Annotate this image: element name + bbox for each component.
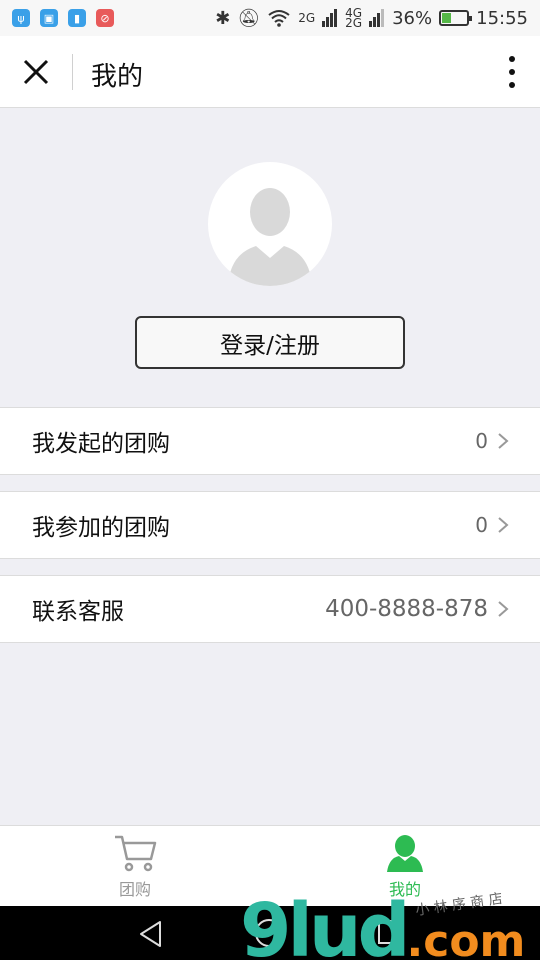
network-type-b2: 2G: [345, 16, 363, 30]
wifi-icon: [268, 10, 290, 27]
close-icon[interactable]: [20, 56, 52, 88]
support-phone: 400-8888-878: [325, 596, 488, 622]
chevron-right-icon: [498, 517, 509, 533]
more-dot: [509, 69, 515, 75]
menu-item-label: 我参加的团购: [32, 515, 170, 541]
clock: 15:55: [476, 7, 528, 29]
cart-icon: [115, 835, 157, 872]
phone-manager-icon: ▮: [68, 9, 86, 27]
system-nav-bar: [0, 906, 540, 960]
home-icon[interactable]: [255, 919, 283, 947]
tab-label: 团购: [118, 880, 151, 899]
menu-item-value: 0: [475, 429, 488, 453]
back-icon[interactable]: [138, 920, 164, 948]
usb-icon: ψ: [12, 9, 30, 27]
bluetooth-icon: ✱: [215, 7, 231, 29]
more-dot: [509, 56, 515, 62]
chevron-right-icon: [498, 601, 509, 617]
signal-icon: [322, 9, 338, 27]
battery-icon: [439, 10, 473, 26]
menu-item-label: 联系客服: [32, 599, 124, 625]
blocked-icon: ⊘: [96, 9, 114, 27]
tab-group-buy[interactable]: 团购: [95, 834, 175, 900]
tab-mine[interactable]: 我的: [365, 834, 445, 900]
page-title: 我的: [91, 62, 144, 92]
menu-item-value-wrap: 0: [475, 429, 510, 453]
menu-item-contact-support[interactable]: 联系客服 400-8888-878: [0, 575, 540, 643]
tab-label: 我的: [388, 880, 421, 899]
menu-item-value: 0: [475, 513, 488, 537]
gallery-icon: ▣: [40, 9, 58, 27]
menu-item-joined-group-buys[interactable]: 我参加的团购 0: [0, 491, 540, 559]
menu-item-value-wrap: 0: [475, 513, 510, 537]
system-indicators: ✱ 🔕︎ 2G 4G 2G 36% 15:55: [215, 7, 528, 30]
recent-apps-icon[interactable]: [378, 920, 402, 944]
avatar-silhouette: [228, 188, 312, 286]
battery-fill: [442, 13, 452, 23]
menu-item-label: 我发起的团购: [32, 431, 170, 457]
menu-item-value-wrap: 400-8888-878: [325, 596, 510, 622]
user-icon: [387, 835, 423, 872]
network-type-a: 2G: [298, 11, 316, 25]
battery-percent: 36%: [392, 7, 433, 29]
signal-icon-2: [369, 9, 385, 27]
mute-icon: 🔕︎: [237, 7, 261, 29]
default-avatar-icon[interactable]: [208, 162, 332, 286]
title-divider: [72, 54, 73, 90]
menu-item-initiated-group-buys[interactable]: 我发起的团购 0: [0, 407, 540, 475]
title-bar: 我的: [0, 36, 540, 108]
more-dot: [509, 82, 515, 88]
notification-icons: ψ ▣ ▮ ⊘: [12, 9, 114, 27]
network-type-b: 4G 2G: [345, 7, 363, 30]
chevron-right-icon: [498, 433, 509, 449]
login-register-button[interactable]: 登录/注册: [135, 316, 405, 369]
status-bar: ψ ▣ ▮ ⊘ ✱ 🔕︎ 2G 4G 2G 36% 15:55: [0, 0, 540, 36]
more-vertical-icon[interactable]: [506, 56, 518, 88]
